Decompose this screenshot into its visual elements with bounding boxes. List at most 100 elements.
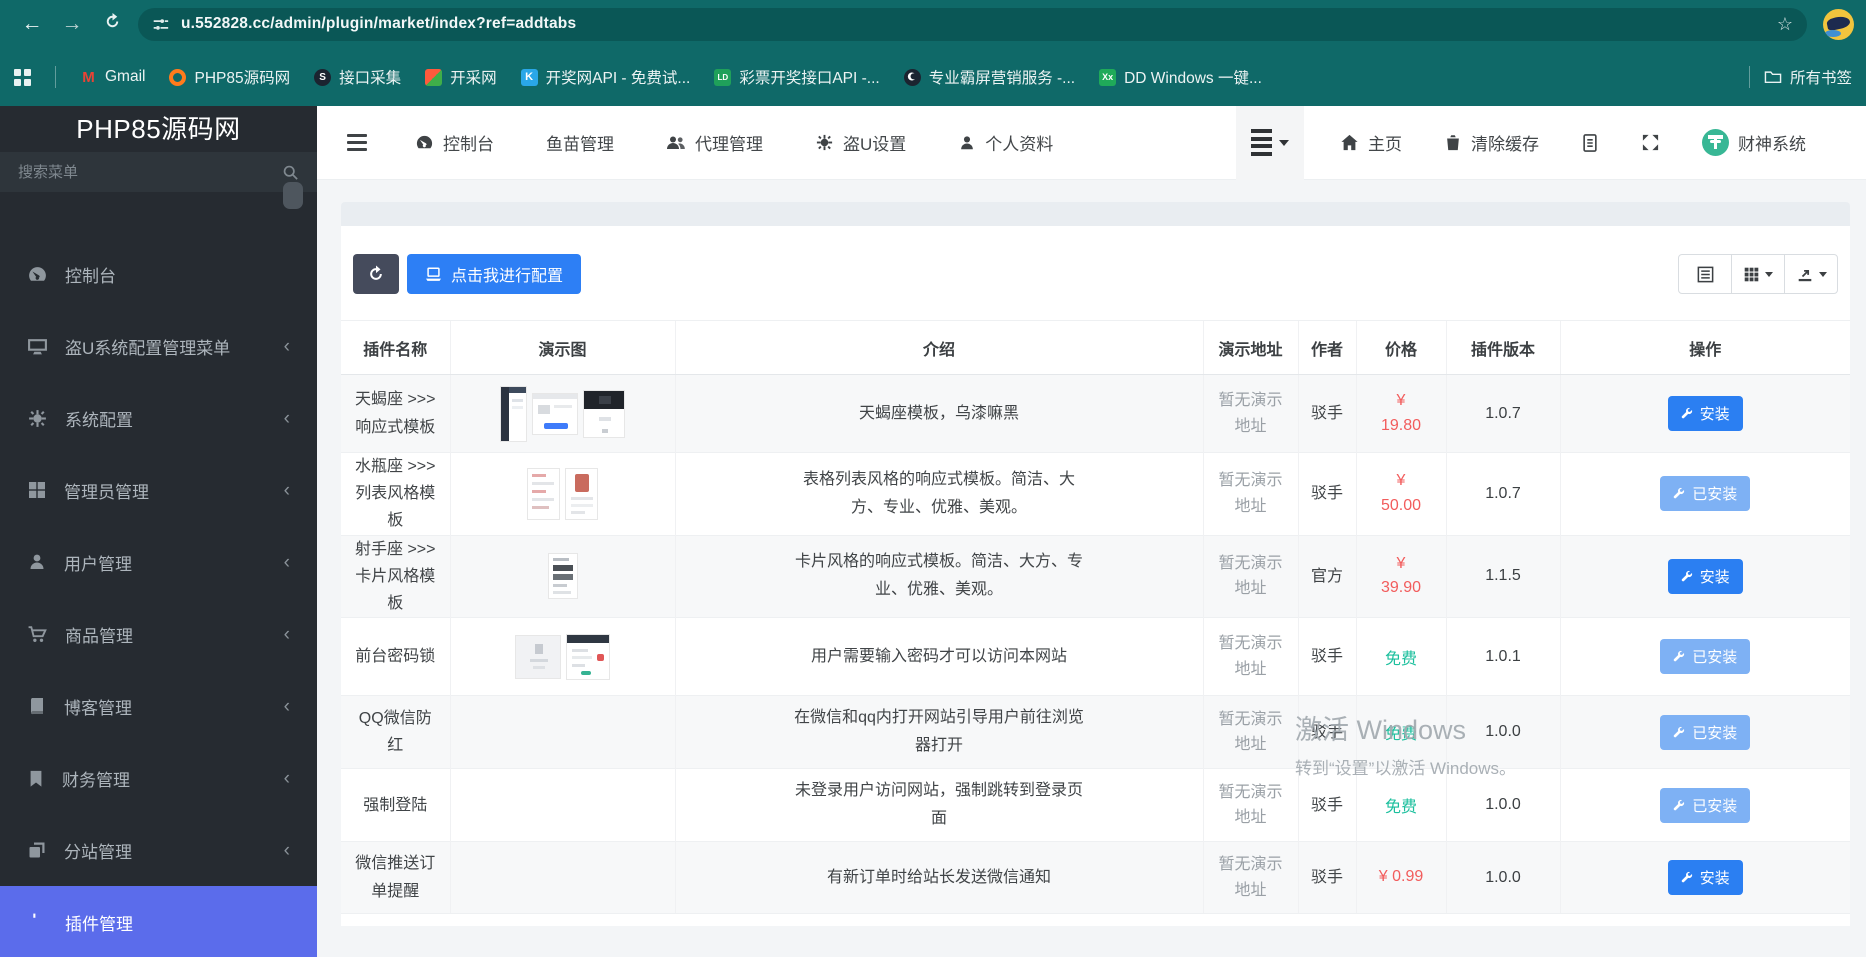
- toggle-view-button[interactable]: [1678, 254, 1732, 294]
- sidebar-search[interactable]: [0, 152, 317, 192]
- bookmark-kaijiang-api[interactable]: K 开奖网API - 免费试...: [520, 66, 690, 88]
- col-header-price: 价格: [1355, 320, 1446, 375]
- wrench-icon: [1681, 570, 1692, 582]
- plugin-name: 天蝎座 >>> 响应式模板: [341, 374, 450, 453]
- plugin-price: ¥39.90: [1355, 534, 1446, 618]
- reload-icon[interactable]: [92, 12, 132, 37]
- bookmark-php85[interactable]: PHP85源码网: [169, 66, 290, 88]
- installed-button[interactable]: 已安装: [1660, 714, 1751, 750]
- operation-cell: 安装: [1559, 534, 1850, 618]
- col-header-name: 插件名称: [341, 320, 450, 375]
- address-bar[interactable]: u.552828.cc/admin/plugin/market/index?re…: [138, 7, 1807, 41]
- bookmark-caipiao-api[interactable]: LD 彩票开奖接口API -...: [714, 66, 880, 88]
- sidebar-item-finance-manage[interactable]: 财务管理: [0, 742, 317, 814]
- search-input[interactable]: [18, 163, 282, 181]
- table-row: 射手座 >>> 卡片风格模板 卡片风格的响应式模板。简洁、大方、专业、优雅、美观…: [341, 534, 1850, 618]
- folder-icon: [1764, 71, 1782, 84]
- caret-down-icon: [1818, 271, 1827, 277]
- trash-icon: [1447, 135, 1459, 151]
- nav-item-profile[interactable]: 个人资料: [958, 130, 1053, 155]
- demo-address: 暂无演示地址: [1202, 534, 1298, 618]
- sidebar: PHP85源码网 控制台 盗U系统配置管理菜单 系统配置 管理员管理 用户管理: [0, 106, 317, 957]
- url-text[interactable]: u.552828.cc/admin/plugin/market/index?re…: [181, 15, 1777, 33]
- sidebar-item-blog-manage[interactable]: 博客管理: [0, 670, 317, 742]
- content-area: 点击我进行配置 插件名称 演示图 介绍 演示地址 作者 价格 插件版本 操作 天…: [317, 180, 1866, 926]
- gauge-icon: [416, 135, 433, 149]
- sidebar-item-dashboard[interactable]: 控制台: [0, 238, 317, 310]
- install-button[interactable]: 安装: [1667, 860, 1743, 896]
- plugin-author: 驳手: [1297, 768, 1356, 842]
- bookmark-jiekoucaiji[interactable]: S 接口采集: [314, 66, 401, 88]
- sidebar-item-plugin-manage[interactable]: 插件管理: [0, 886, 317, 957]
- nav-menu-dropdown[interactable]: [1236, 105, 1304, 180]
- hamburger-icon[interactable]: [347, 134, 367, 151]
- nav-item-dashboard[interactable]: 控制台: [415, 130, 494, 155]
- nav-item-dau-settings[interactable]: 盗U设置: [815, 130, 906, 155]
- plugin-intro: 未登录用户访问网站，强制跳转到登录页面: [674, 768, 1203, 842]
- install-button[interactable]: 安装: [1667, 558, 1743, 594]
- apps-grid-icon[interactable]: [14, 68, 31, 86]
- sidebar-item-admin-manage[interactable]: 管理员管理: [0, 454, 317, 526]
- home-icon: [1341, 134, 1358, 151]
- demo-thumbnail: [532, 392, 578, 435]
- nav-item-clear-cache[interactable]: 清除缓存: [1444, 130, 1539, 155]
- plugin-intro: 天蝎座模板，乌漆嘛黑: [674, 374, 1203, 453]
- nav-item-brand[interactable]: 财神系统: [1702, 129, 1806, 156]
- gear-icon: [816, 134, 833, 151]
- all-bookmarks-button[interactable]: 所有书签: [1764, 66, 1852, 88]
- sidebar-item-substation-manage[interactable]: 分站管理: [0, 814, 317, 886]
- plugin-price: ¥19.80: [1355, 374, 1446, 453]
- nav-item-agent[interactable]: 代理管理: [666, 130, 763, 155]
- nav-item-yumiao[interactable]: 鱼苗管理: [546, 130, 614, 155]
- sidebar-item-user-manage[interactable]: 用户管理: [0, 526, 317, 598]
- bookmark-gmail[interactable]: M Gmail: [80, 68, 145, 86]
- bookmark-star-icon[interactable]: [1777, 14, 1793, 35]
- plugin-price: 免费: [1355, 768, 1446, 842]
- caret-down-icon: [1279, 139, 1289, 146]
- back-icon[interactable]: [12, 12, 52, 36]
- plug-icon: [33, 913, 36, 918]
- refresh-icon: [370, 265, 382, 280]
- sidebar-item-dau-config[interactable]: 盗U系统配置管理菜单: [0, 310, 317, 382]
- bookmark-zhuanye[interactable]: 专业霸屏营销服务 -...: [903, 66, 1075, 88]
- forward-icon[interactable]: [52, 12, 92, 36]
- plugin-name: 微信推送订单提醒: [341, 841, 450, 915]
- nav-item-fullscreen[interactable]: [1641, 133, 1660, 152]
- columns-button[interactable]: [1731, 254, 1785, 294]
- sidebar-item-goods-manage[interactable]: 商品管理: [0, 598, 317, 670]
- export-button[interactable]: [1784, 254, 1838, 294]
- plugin-intro: 用户需要输入密码才可以访问本网站: [674, 617, 1203, 696]
- table-row: 天蝎座 >>> 响应式模板 天蝎座模板，乌漆嘛黑 暂无演示地址 驳手 ¥ 19.…: [341, 374, 1850, 453]
- sidebar-item-system-config[interactable]: 系统配置: [0, 382, 317, 454]
- nav-item-home[interactable]: 主页: [1340, 130, 1402, 155]
- panel-body: 点击我进行配置 插件名称 演示图 介绍 演示地址 作者 价格 插件版本 操作 天…: [341, 226, 1850, 926]
- plugin-name: 强制登陆: [341, 768, 450, 842]
- configure-button[interactable]: 点击我进行配置: [407, 254, 582, 294]
- nav-item-docs[interactable]: [1581, 133, 1599, 153]
- plugin-version: 1.0.0: [1445, 768, 1560, 842]
- bookmark-dd-windows[interactable]: Xx DD Windows 一键...: [1099, 66, 1262, 88]
- browser-toolbar: u.552828.cc/admin/plugin/market/index?re…: [0, 0, 1866, 48]
- refresh-button[interactable]: [353, 254, 399, 294]
- installed-button[interactable]: 已安装: [1660, 787, 1751, 823]
- bookmark-kaicaiwang[interactable]: 开采网: [425, 66, 497, 88]
- list-icon: [1251, 129, 1272, 156]
- wrench-icon: [1674, 488, 1685, 499]
- site-info-icon[interactable]: [152, 16, 169, 33]
- sidebar-scrollbar-thumb[interactable]: [283, 182, 303, 209]
- installed-button[interactable]: 已安装: [1660, 639, 1751, 675]
- demo-address: 暂无演示地址: [1202, 695, 1298, 769]
- plugin-author: 驳手: [1297, 617, 1356, 696]
- install-button[interactable]: 安装: [1667, 396, 1743, 431]
- topnav-right: 主页 清除缓存 财神系统: [1236, 105, 1866, 180]
- gears-icon: [29, 409, 46, 427]
- demo-thumbnail: [583, 389, 625, 438]
- profile-avatar[interactable]: [1823, 8, 1854, 40]
- wrench-icon: [1674, 799, 1685, 810]
- plugin-intro: 有新订单时给站长发送微信通知: [674, 841, 1203, 915]
- demo-image-cell: [449, 617, 675, 696]
- table-row: 微信推送订单提醒 有新订单时给站长发送微信通知 暂无演示地址 驳手 ¥ 0.99…: [341, 841, 1850, 915]
- user-icon: [30, 554, 44, 569]
- installed-button[interactable]: 已安装: [1660, 476, 1751, 512]
- plugin-author: 驳手: [1297, 374, 1356, 453]
